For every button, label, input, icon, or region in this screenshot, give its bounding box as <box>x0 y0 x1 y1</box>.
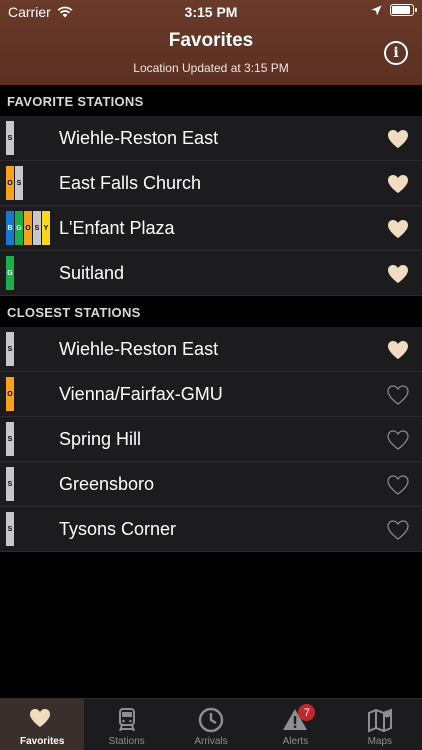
tab-label: Alerts <box>282 736 309 747</box>
station-name: Vienna/Fairfax-GMU <box>59 383 223 404</box>
status-right <box>371 4 417 16</box>
line-badges: S <box>6 121 14 155</box>
line-badges: S <box>6 422 14 456</box>
line-badges: BGOSY <box>6 211 50 245</box>
heart-filled-icon[interactable] <box>386 262 410 286</box>
line-badge: Y <box>42 211 50 245</box>
tab-favorites[interactable]: Favorites <box>0 699 85 750</box>
station-row[interactable]: S Wiehle-Reston East <box>0 116 422 161</box>
heart-filled-icon[interactable] <box>386 338 410 362</box>
line-badge: O <box>6 166 14 200</box>
navigation-header: Carrier 3:15 PM Favorites Location Updat… <box>0 0 422 85</box>
line-badge: S <box>33 211 41 245</box>
tab-label: Arrivals <box>194 736 228 747</box>
station-name: East Falls Church <box>59 172 202 193</box>
tab-maps[interactable]: Maps <box>338 699 422 750</box>
heart-filled-icon[interactable] <box>386 217 410 241</box>
line-badge: O <box>24 211 32 245</box>
heart-outline-icon[interactable] <box>386 383 410 407</box>
line-badges: S <box>6 467 14 501</box>
heart-icon <box>30 709 51 727</box>
station-row[interactable]: S Spring Hill <box>0 417 422 462</box>
station-name: Wiehle-Reston East <box>59 127 219 148</box>
station-row[interactable]: S Greensboro <box>0 462 422 507</box>
line-badges: G <box>6 256 14 290</box>
clock-icon <box>198 707 224 733</box>
heart-outline-icon[interactable] <box>386 473 410 497</box>
line-badge: S <box>6 121 14 155</box>
line-badges: OS <box>6 166 23 200</box>
station-name: Greensboro <box>59 473 155 494</box>
tab-label: Favorites <box>19 736 65 747</box>
location-updated-label: Location Updated at 3:15 PM <box>133 61 289 75</box>
line-badge: S <box>15 166 23 200</box>
line-badge: B <box>6 211 14 245</box>
station-name: Wiehle-Reston East <box>59 338 219 359</box>
status-time: 3:15 PM <box>184 4 238 20</box>
station-name: Spring Hill <box>59 428 142 449</box>
heart-filled-icon[interactable] <box>386 172 410 196</box>
line-badge: S <box>6 467 14 501</box>
tab-arrivals[interactable]: Arrivals <box>169 699 253 750</box>
line-badge: G <box>6 256 14 290</box>
line-badges: O <box>6 377 14 411</box>
section-header-favorites: FAVORITE STATIONS <box>7 93 144 109</box>
page-title: Favorites <box>168 30 254 51</box>
line-badge: S <box>6 332 14 366</box>
line-badge: O <box>6 377 14 411</box>
info-button[interactable]: i <box>384 41 408 65</box>
station-list: FAVORITE STATIONS S Wiehle-Reston East O S E… <box>0 86 422 552</box>
section-header-closest: CLOSEST STATIONS <box>7 304 141 320</box>
station-name: Tysons Corner <box>59 518 177 539</box>
station-name: Suitland <box>59 262 125 283</box>
tab-alerts[interactable]: 7 Alerts <box>253 699 337 750</box>
tab-label: Stations <box>108 736 145 747</box>
location-arrow-icon <box>371 5 382 15</box>
station-row[interactable]: O S East Falls Church <box>0 161 422 206</box>
station-row[interactable]: S Tysons Corner <box>0 507 422 552</box>
heart-filled-icon[interactable] <box>386 127 410 151</box>
tab-label: Maps <box>367 736 393 747</box>
alerts-count-badge: 7 <box>298 704 316 721</box>
heart-outline-icon[interactable] <box>386 428 410 452</box>
battery-icon <box>390 4 417 16</box>
train-icon <box>118 708 135 732</box>
line-badge: G <box>15 211 23 245</box>
line-badges: S <box>6 332 14 366</box>
closest-stations-list: S Wiehle-Reston East O Vienna/Fairfax-GMU S S… <box>0 327 422 552</box>
info-icon: i <box>393 45 399 61</box>
station-row[interactable]: G Suitland <box>0 251 422 296</box>
tab-stations[interactable]: Stations <box>84 699 168 750</box>
map-icon <box>367 708 392 733</box>
line-badge: S <box>6 422 14 456</box>
status-bar: Carrier 3:15 PM <box>0 0 422 22</box>
station-row[interactable]: O Vienna/Fairfax-GMU <box>0 372 422 417</box>
line-badge: S <box>6 512 14 546</box>
tab-bar: Favorites Stations Arrivals 7 Alerts Maps <box>0 698 422 750</box>
heart-outline-icon[interactable] <box>386 518 410 542</box>
station-row[interactable]: B G O S Y L'Enfant Plaza <box>0 206 422 251</box>
station-name: L'Enfant Plaza <box>59 217 175 238</box>
favorite-stations-list: S Wiehle-Reston East O S East Falls Church B G… <box>0 116 422 296</box>
station-row[interactable]: S Wiehle-Reston East <box>0 327 422 372</box>
line-badges: S <box>6 512 14 546</box>
